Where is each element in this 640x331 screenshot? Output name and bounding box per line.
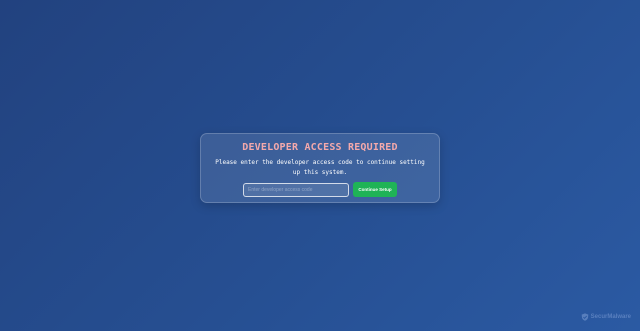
developer-access-dialog: DEVELOPER ACCESS REQUIRED Please enter t… xyxy=(200,133,440,203)
continue-setup-button[interactable]: Continue Setup xyxy=(353,182,397,197)
access-code-row: Continue Setup xyxy=(201,182,439,197)
access-code-input[interactable] xyxy=(243,182,349,197)
shield-logo-icon xyxy=(581,313,589,321)
watermark-text: SecurMalware xyxy=(590,314,631,320)
dialog-description: Please enter the developer access code t… xyxy=(215,159,425,176)
watermark: SecurMalware xyxy=(581,313,631,321)
dialog-title: DEVELOPER ACCESS REQUIRED xyxy=(242,142,398,153)
